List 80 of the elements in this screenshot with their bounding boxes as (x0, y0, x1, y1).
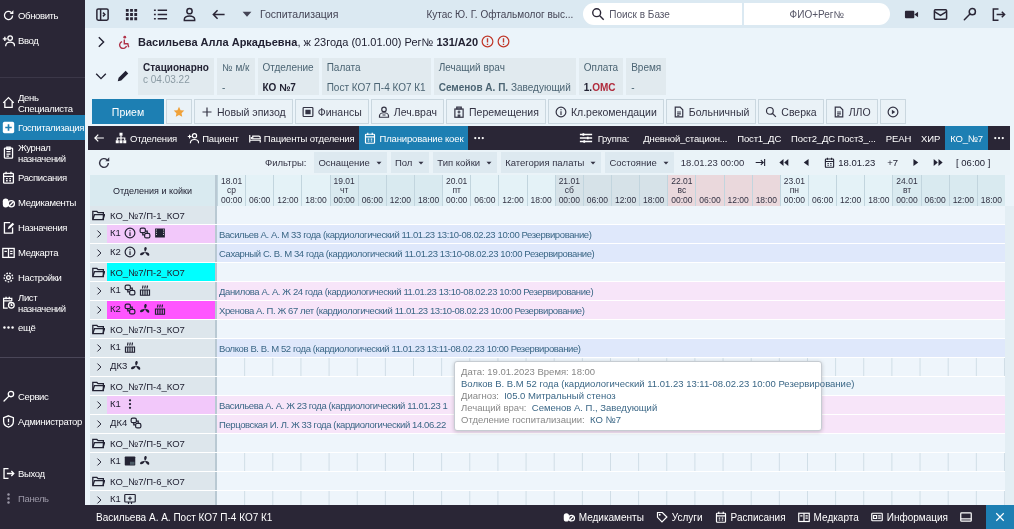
time-label: 12:00 (727, 195, 749, 205)
time-label: 06:00 (249, 195, 271, 205)
card-value: Семенов А. П. Заведующий (438, 81, 571, 93)
weekday: пт (452, 186, 461, 196)
card-value: 1.ОМС (583, 81, 617, 93)
day-date: 22.01 (671, 176, 693, 186)
tooltip-label: Отделение госпитализации: (461, 414, 585, 425)
time-label: 06:00 (361, 195, 383, 205)
time-label: 18:00 (980, 195, 1003, 205)
bed-label: К1 (110, 493, 121, 504)
card-label: Стационарно (143, 61, 209, 73)
time-label: 00:00 (558, 195, 580, 205)
filters-label: Фильтры: (265, 157, 307, 168)
time-label: 12:00 (502, 195, 524, 205)
time-label: 00:00 (783, 195, 806, 205)
bed-label: ДК3 (110, 360, 128, 371)
day-date: 24.01 (896, 176, 918, 186)
day-date: 18.01 (220, 176, 243, 186)
bed-label: ДК4 (110, 417, 128, 428)
card-value: Пост КО7 П-4 КО7 К1 (326, 81, 426, 93)
time-label: 12:00 (614, 195, 637, 205)
bed-label: К1 (110, 341, 121, 352)
start-date-time: 18.01.23 00:00 (679, 157, 746, 168)
card-label: Оплата (583, 61, 619, 73)
group-label: Группа: (596, 131, 631, 146)
time-label: 18:00 (755, 195, 777, 205)
time-label: 06:00 (924, 195, 946, 205)
time-label: 00:00 (671, 195, 693, 205)
time-label: 00:00 (896, 195, 918, 205)
time-label: 00:00 (333, 195, 355, 205)
card-label: Лечащий врач (438, 61, 506, 73)
card-label: Палата (326, 61, 362, 73)
time-label: 06:00 (586, 195, 609, 205)
bed-label: К2 (110, 303, 121, 314)
weekday: вс (677, 186, 687, 196)
card-value: - (221, 81, 227, 93)
time-label: 18:00 (868, 195, 890, 205)
day-date: 20.01 (446, 176, 468, 186)
card-value: - (631, 81, 636, 93)
weekday: сб (564, 186, 574, 196)
time-label: 06:00 (699, 195, 721, 205)
time-label: 06:00 (811, 195, 834, 205)
weekday: ср (227, 186, 237, 196)
bed-label: К1 (110, 455, 121, 466)
time-label: 12:00 (840, 195, 862, 205)
weekday: чт (339, 186, 349, 196)
tooltip-value: КО №7 (590, 414, 621, 425)
time-label: 18:00 (417, 195, 440, 205)
day-date: 21.01 (558, 176, 580, 186)
card-label: Время (631, 61, 662, 73)
tooltip-label: Лечащий врач: (461, 402, 527, 413)
time-label: 00:00 (220, 195, 243, 205)
bed-label: К2 (110, 246, 121, 257)
time-label: 12:00 (952, 195, 974, 205)
bed-label: К1 (110, 227, 121, 238)
bed-label: К1 (110, 398, 121, 409)
user-name: Кутас Ю. Г. Офтальмолог выс... (426, 8, 574, 20)
tooltip-label: Диагноз: (461, 390, 499, 401)
tooltip-value: Волков В. В.М 52 года (кардиологический 11.01.23 13:11-08.02.23 10:00 Резервирование) (461, 378, 855, 389)
time-label: 18:00 (305, 195, 327, 205)
time-label: 18:00 (530, 195, 552, 205)
tooltip-value: Семенов А. П., Заведующий (531, 402, 658, 413)
bed-label: К1 (110, 284, 121, 295)
status-text: Васильева А. А. Пост КО7 П-4 КО7 К1 (96, 511, 273, 523)
card-value: с 04.03.22 (143, 73, 191, 85)
tooltip-label: Дата: 19.01.2023 Время: 18:00 (461, 366, 596, 377)
time-label: 18:00 (643, 195, 665, 205)
card-label: № м/к (221, 61, 250, 73)
time-label: 12:00 (389, 195, 412, 205)
patient-header: Васильева Алла Аркадьевна, ж 23года (01.01.00) Рег№ 131/А20 (138, 35, 478, 48)
card-value: КО №7 (262, 81, 297, 93)
day-date: 23.01 (783, 176, 806, 186)
tooltip-value: I05.0 Митральный стеноз (504, 390, 616, 401)
time-label: 06:00 (474, 195, 496, 205)
card-label: Отделение (262, 61, 314, 73)
time-label: 00:00 (446, 195, 468, 205)
time-label: 12:00 (277, 195, 299, 205)
day-date: 19.01 (333, 176, 355, 186)
weekday: вт (902, 186, 912, 196)
weekday: пн (789, 186, 800, 196)
